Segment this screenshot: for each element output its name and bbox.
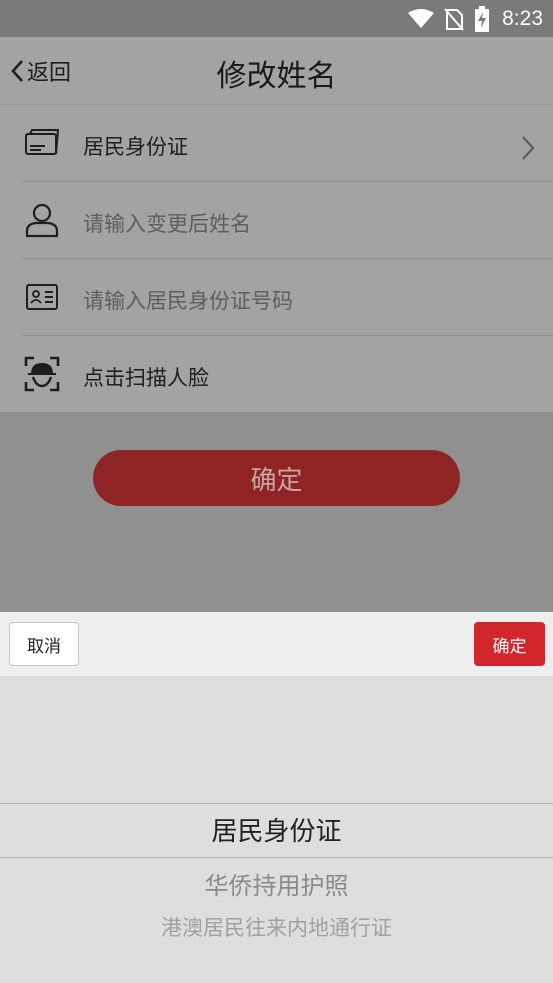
id-type-value: 居民身份证 [83,135,188,159]
form-list: 居民身份证 请输入变更后姓名 请输入居民身份证号码 点击扫描人脸 [0,105,553,412]
page-title: 修改姓名 [216,59,337,94]
id-number-row[interactable]: 请输入居民身份证号码 [22,259,553,336]
id-card-icon [22,125,62,161]
picker-option[interactable]: 港澳居民往来内地通行证 [0,912,553,942]
new-name-row[interactable]: 请输入变更后姓名 [22,182,553,259]
status-time: 8:23 [502,7,543,30]
picker-option[interactable]: 华侨持用护照 [0,866,553,901]
status-icons: 8:23 [408,6,543,32]
no-sim-icon [444,8,464,31]
id-number-icon [22,279,62,315]
battery-charging-icon [475,6,490,32]
nav-bar: 返回 修改姓名 [0,37,553,105]
picker-wheel[interactable]: 居民身份证 华侨持用护照 港澳居民往来内地通行证 [0,676,553,983]
new-name-input[interactable]: 请输入变更后姓名 [83,208,251,238]
face-scan-row[interactable]: 点击扫描人脸 [22,336,553,412]
id-type-picker: 取消 确定 居民身份证 华侨持用护照 港澳居民往来内地通行证 [0,612,553,983]
picker-toolbar: 取消 确定 [0,612,553,676]
person-icon [22,202,62,238]
picker-ok-button[interactable]: 确定 [474,622,545,666]
page-body [0,412,553,612]
wifi-icon [408,9,435,28]
face-scan-label: 点击扫描人脸 [83,366,209,390]
face-scan-icon [22,356,62,392]
confirm-button[interactable]: 确定 [93,450,460,506]
picker-option[interactable]: 居民身份证 [0,811,553,848]
selection-line-top [0,803,553,804]
id-number-input[interactable]: 请输入居民身份证号码 [83,285,293,315]
picker-cancel-button[interactable]: 取消 [9,622,79,666]
id-type-row[interactable]: 居民身份证 [22,105,553,182]
chevron-right-icon [522,136,535,160]
selection-line-bottom [0,857,553,858]
status-bar: 8:23 [0,0,553,37]
